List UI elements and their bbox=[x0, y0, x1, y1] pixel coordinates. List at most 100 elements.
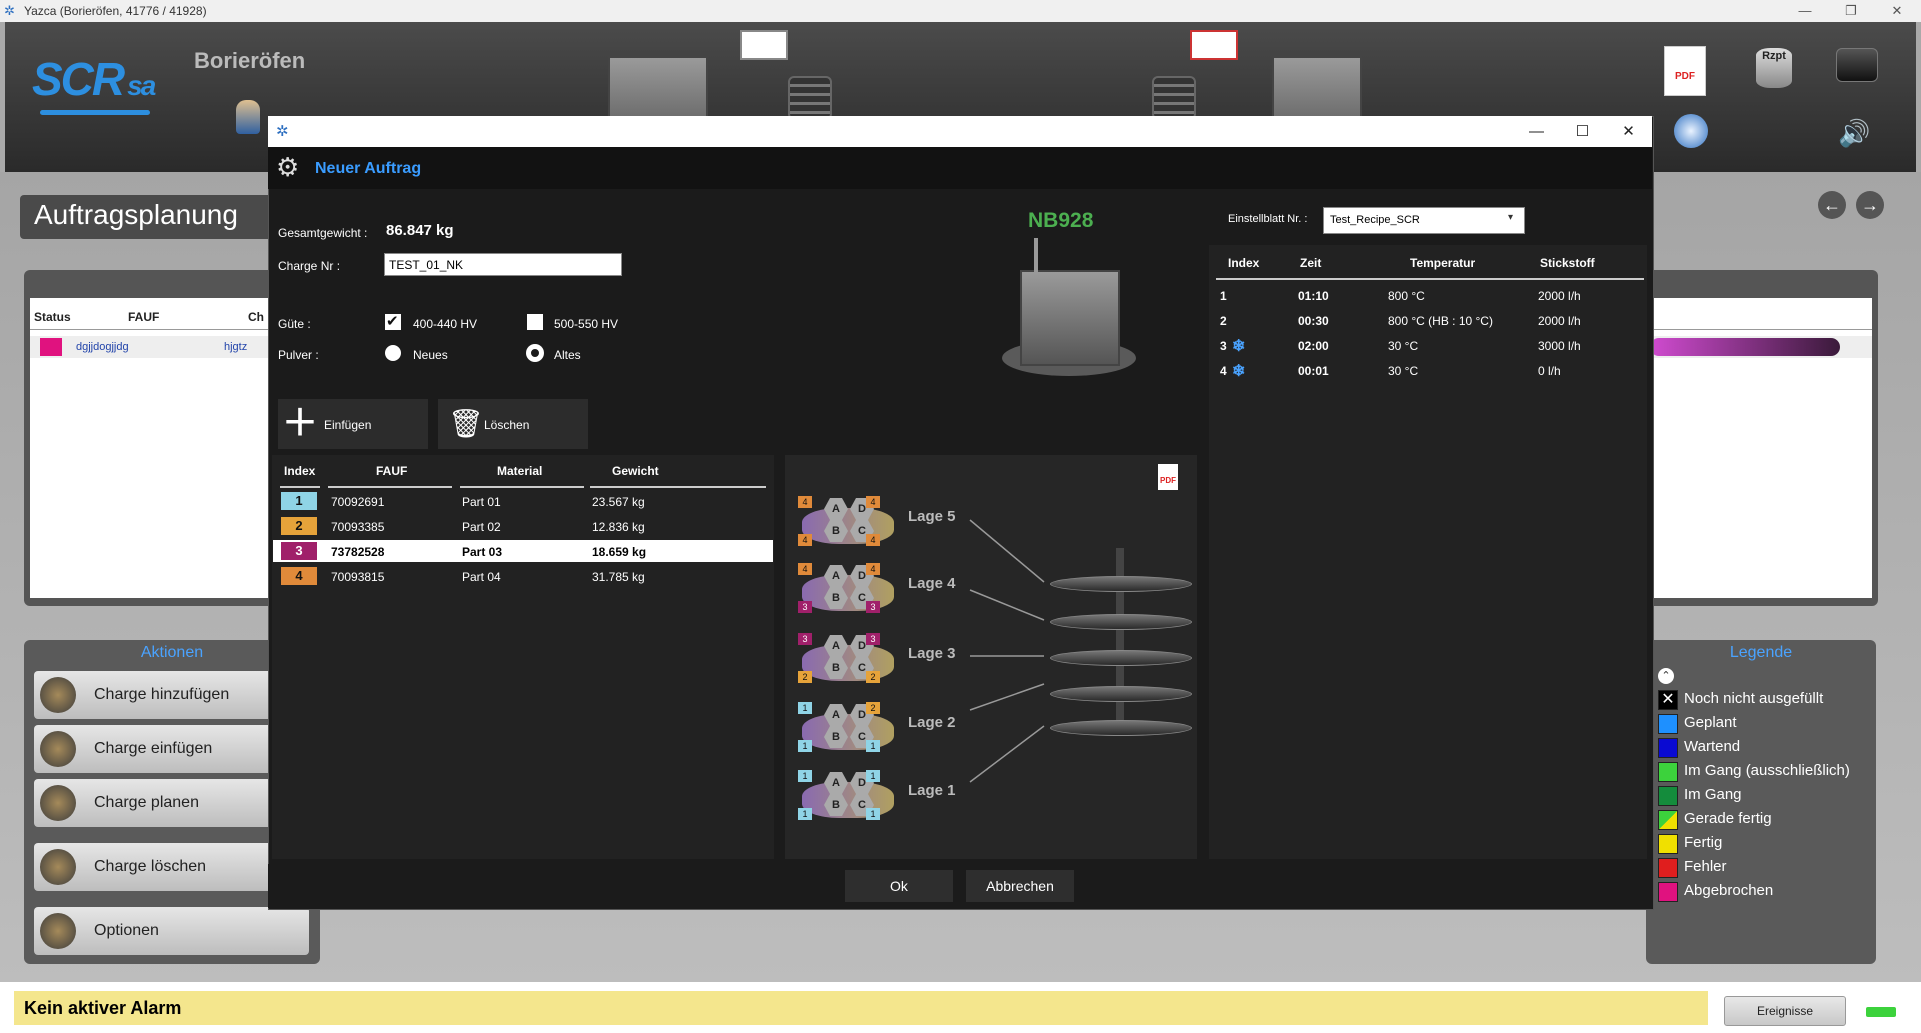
slot-item-index: 1 bbox=[866, 808, 880, 820]
furnace-image bbox=[1020, 270, 1120, 366]
powder-new-label: Neues bbox=[413, 348, 448, 362]
dialog-maximize-icon[interactable]: ☐ bbox=[1560, 116, 1605, 147]
quality-500-checkbox[interactable] bbox=[527, 314, 543, 330]
legend-item: Fehler bbox=[1658, 856, 1878, 878]
legend-item: Im Gang (ausschließlich) bbox=[1658, 760, 1878, 782]
items-header-line bbox=[460, 486, 584, 488]
close-icon[interactable]: ✕ bbox=[1874, 0, 1920, 22]
delete-charge-icon bbox=[40, 849, 76, 885]
quality-500-label: 500-550 HV bbox=[554, 317, 619, 331]
dialog-minimize-icon[interactable]: — bbox=[1514, 116, 1559, 147]
plan-charge-icon bbox=[40, 785, 76, 821]
layer-label: Lage 4 bbox=[908, 575, 956, 592]
slot-item-index: 4 bbox=[866, 496, 880, 508]
minimize-icon[interactable]: — bbox=[1782, 0, 1828, 22]
furnace-pipe bbox=[1034, 238, 1038, 274]
rack-tier bbox=[1050, 650, 1192, 666]
layers-pdf-icon[interactable]: PDF bbox=[1158, 464, 1178, 490]
restore-icon[interactable]: ❐ bbox=[1828, 0, 1874, 22]
recipe-database-icon[interactable]: Rzpt bbox=[1756, 48, 1792, 88]
legend-item: Geplant bbox=[1658, 712, 1878, 734]
basket-2-icon[interactable] bbox=[1152, 76, 1196, 120]
recipe-col-time[interactable]: Zeit bbox=[1300, 256, 1321, 270]
layer-stack[interactable]: ADBC1111 bbox=[798, 770, 898, 822]
insert-charge-icon bbox=[40, 731, 76, 767]
add-charge-icon bbox=[40, 677, 76, 713]
slot-item-index: 4 bbox=[798, 496, 812, 508]
quality-400-checkbox[interactable] bbox=[385, 312, 401, 330]
table-row[interactable]: 2 00:30 800 °C (HB : 10 °C) 2000 l/h bbox=[1216, 311, 1646, 333]
pdf-icon[interactable]: PDF bbox=[1664, 46, 1706, 96]
legend-item: Abgebrochen bbox=[1658, 880, 1878, 902]
order-charge: hjgtz bbox=[224, 341, 248, 353]
index-badge: 3 bbox=[281, 542, 317, 560]
legend-title: Legende bbox=[1729, 644, 1793, 661]
powder-new-radio[interactable] bbox=[385, 345, 401, 361]
table-row[interactable]: 1 70092691 Part 01 23.567 kg bbox=[273, 490, 773, 512]
back-circle-icon[interactable] bbox=[1674, 114, 1708, 148]
rack-tier bbox=[1050, 720, 1192, 736]
options-gear-icon bbox=[40, 913, 76, 949]
settings-gear-icon: ⚙ bbox=[276, 152, 300, 182]
table-row[interactable]: 3 ❄ 02:00 30 °C 3000 l/h bbox=[1216, 336, 1646, 358]
plant-name: Borieröfen bbox=[194, 48, 306, 73]
slot-item-index: 4 bbox=[866, 534, 880, 546]
app-gear-icon: ✲ bbox=[4, 3, 15, 18]
slot-item-index: 2 bbox=[866, 702, 880, 714]
legend-collapse-icon[interactable]: ⌃ bbox=[1658, 668, 1674, 684]
index-badge: 1 bbox=[281, 492, 317, 510]
user-icon[interactable] bbox=[236, 100, 260, 134]
items-col-index[interactable]: Index bbox=[284, 464, 315, 478]
layer-stack[interactable]: ADBC1211 bbox=[798, 702, 898, 754]
legend-swatch bbox=[1658, 858, 1678, 878]
options-button[interactable]: Optionen bbox=[34, 907, 309, 955]
table-row[interactable]: 4 70093815 Part 04 31.785 kg bbox=[273, 565, 773, 587]
camera-icon[interactable] bbox=[1836, 48, 1878, 82]
col-charge[interactable]: Ch bbox=[248, 310, 264, 324]
slot-item-index: 4 bbox=[866, 563, 880, 575]
slot-item-index: 1 bbox=[798, 702, 812, 714]
slot-item-index: 1 bbox=[866, 740, 880, 752]
delete-button[interactable]: 🗑 Löschen bbox=[438, 399, 588, 449]
layer-basket bbox=[802, 645, 894, 681]
recipe-col-index[interactable]: Index bbox=[1228, 256, 1259, 270]
window-titlebar: ✲ Yazca (Borieröfen, 41776 / 41928) — ❐ … bbox=[0, 0, 1921, 22]
layer-stack[interactable]: ADBC3322 bbox=[798, 633, 898, 685]
nav-forward-icon[interactable]: → bbox=[1856, 191, 1884, 219]
insert-button[interactable]: ＋ Einfügen bbox=[278, 399, 428, 449]
col-fauf[interactable]: FAUF bbox=[128, 310, 159, 324]
basket-1-icon[interactable] bbox=[788, 76, 832, 120]
charge-label: Charge Nr : bbox=[278, 259, 341, 273]
layer-stack[interactable]: ADBC4444 bbox=[798, 496, 898, 548]
items-col-weight[interactable]: Gewicht bbox=[612, 464, 659, 478]
dialog-title: Neuer Auftrag bbox=[315, 160, 422, 177]
layer-stack[interactable]: ADBC4433 bbox=[798, 563, 898, 615]
layer-label: Lage 1 bbox=[908, 782, 956, 799]
cancel-button[interactable]: Abbrechen bbox=[966, 870, 1074, 902]
nav-back-icon[interactable]: ← bbox=[1818, 191, 1846, 219]
events-button[interactable]: Ereignisse bbox=[1724, 996, 1846, 1026]
legend-swatch bbox=[1658, 882, 1678, 902]
table-row-selected[interactable]: 3 73782528 Part 03 18.659 kg bbox=[273, 540, 773, 562]
table-row[interactable]: 1 01:10 800 °C 2000 l/h bbox=[1216, 286, 1646, 308]
dialog-close-icon[interactable]: ✕ bbox=[1606, 116, 1651, 147]
table-row[interactable]: 4 ❄ 00:01 30 °C 0 l/h bbox=[1216, 361, 1646, 383]
layer-basket bbox=[802, 575, 894, 611]
items-col-material[interactable]: Material bbox=[497, 464, 542, 478]
powder-old-radio[interactable] bbox=[527, 345, 543, 361]
ok-button[interactable]: Ok bbox=[845, 870, 953, 902]
layer-basket bbox=[802, 508, 894, 544]
speaker-icon[interactable]: 🔊 bbox=[1838, 118, 1870, 149]
recipe-select[interactable]: Test_Recipe_SCR ▾ bbox=[1323, 207, 1525, 234]
items-header-line bbox=[280, 486, 320, 488]
chart-green-icon[interactable] bbox=[740, 30, 788, 60]
furnace-name: NB928 bbox=[1028, 209, 1094, 232]
charge-number-input[interactable] bbox=[384, 253, 622, 276]
col-status[interactable]: Status bbox=[34, 310, 71, 324]
items-col-fauf[interactable]: FAUF bbox=[376, 464, 407, 478]
recipe-col-nitrogen[interactable]: Stickstoff bbox=[1540, 256, 1595, 270]
slot-item-index: 3 bbox=[798, 633, 812, 645]
chart-red-icon[interactable] bbox=[1190, 30, 1238, 60]
recipe-col-temperature[interactable]: Temperatur bbox=[1410, 256, 1475, 270]
table-row[interactable]: 2 70093385 Part 02 12.836 kg bbox=[273, 515, 773, 537]
